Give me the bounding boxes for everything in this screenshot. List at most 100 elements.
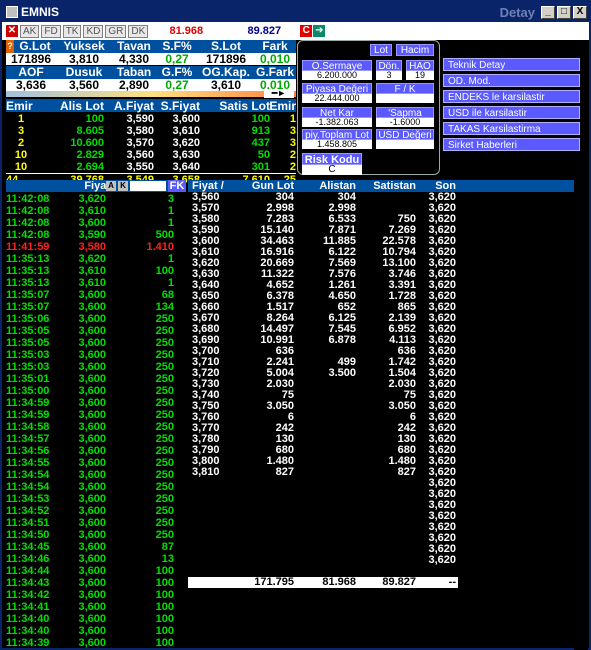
menu-sirket-haberleri[interactable]: Sirket Haberleri — [443, 138, 580, 151]
lot-button[interactable]: Lot — [370, 44, 392, 56]
trade-row[interactable]: 11:34:43 3,600 100 — [6, 577, 186, 589]
title-bar[interactable]: EMNIS Detay _ □ X — [2, 2, 589, 22]
trade-row[interactable]: 11:35:13 3,610 1 — [6, 277, 186, 289]
tab-dk[interactable]: DK — [128, 24, 149, 38]
dist-row[interactable]: 3,660 1.517 652 865 3,620 — [188, 302, 574, 313]
trade-row[interactable]: 11:35:03 3,600 250 — [6, 349, 186, 361]
trade-row[interactable]: 11:34:54 3,600 250 — [6, 469, 186, 481]
menu-teknik-detay[interactable]: Teknik Detay — [443, 58, 580, 71]
dist-row[interactable]: 3,590 15.140 7.871 7.269 3,620 — [188, 225, 574, 236]
trade-row[interactable]: 11:34:39 3,600 100 — [6, 637, 186, 648]
tab-kd[interactable]: KD — [83, 24, 104, 38]
trade-row[interactable]: 11:35:13 3,620 1 — [6, 253, 186, 265]
trade-row[interactable]: 11:34:46 3,600 13 — [6, 553, 186, 565]
dist-row[interactable]: 3,620 — [188, 522, 574, 533]
tab-gr[interactable]: GR — [105, 24, 127, 38]
dist-row[interactable]: 3,700 636 636 3,620 — [188, 346, 574, 357]
trade-row[interactable]: 11:34:53 3,600 250 — [6, 493, 186, 505]
trade-row[interactable]: 11:35:07 3,600 68 — [6, 289, 186, 301]
dist-row[interactable]: 3,810 827 827 3,620 — [188, 467, 574, 478]
close-icon[interactable]: ✕ — [6, 25, 18, 37]
trade-row[interactable]: 11:34:42 3,600 100 — [6, 589, 186, 601]
dist-row[interactable]: 3,570 2.998 2.998 3,620 — [188, 203, 574, 214]
sort-k-button[interactable]: K — [118, 181, 128, 191]
tab-fd[interactable]: FD — [41, 24, 61, 38]
scrollbar[interactable] — [574, 190, 588, 650]
dist-row[interactable]: 3,760 6 6 3,620 — [188, 412, 574, 423]
dist-row[interactable]: 3,670 8.264 6.125 2.139 3,620 — [188, 313, 574, 324]
menu-od-mod[interactable]: OD. Mod. — [443, 74, 580, 87]
dist-row[interactable]: 3,620 — [188, 555, 574, 566]
dist-row[interactable]: 3,650 6.378 4.650 1.728 3,620 — [188, 291, 574, 302]
dist-row[interactable]: 3,620 — [188, 544, 574, 555]
depth-row[interactable]: 1 100 3,590 3,600 100 1 — [6, 113, 296, 125]
dist-row[interactable]: 3,750 3.050 3.050 3,620 — [188, 401, 574, 412]
dist-row[interactable]: 3,640 4.652 1.261 3.391 3,620 — [188, 280, 574, 291]
trade-row[interactable]: 11:42:08 3,620 3 — [6, 193, 186, 205]
minimize-button[interactable]: _ — [541, 5, 555, 19]
dist-row[interactable]: 3,580 7.283 6.533 750 3,620 — [188, 214, 574, 225]
depth-row[interactable]: 10 2.694 3,550 3,640 301 2 — [6, 161, 296, 173]
fk-button[interactable]: FK — [168, 180, 186, 192]
trade-row[interactable]: 11:34:58 3,600 250 — [6, 421, 186, 433]
dist-row[interactable]: 3,620 — [188, 500, 574, 511]
trade-row[interactable]: 11:34:54 3,600 250 — [6, 481, 186, 493]
trade-row[interactable]: 11:34:44 3,600 100 — [6, 565, 186, 577]
trade-row[interactable]: 11:42:08 3,590 500 — [6, 229, 186, 241]
trade-row[interactable]: 11:34:40 3,600 100 — [6, 625, 186, 637]
trade-row[interactable]: 11:41:59 3,580 1.410 — [6, 241, 186, 253]
trade-row[interactable]: 11:35:05 3,600 250 — [6, 325, 186, 337]
dist-row[interactable]: 3,770 242 242 3,620 — [188, 423, 574, 434]
dist-row[interactable]: 3,620 — [188, 511, 574, 522]
dist-row[interactable]: 3,620 20.669 7.569 13.100 3,620 — [188, 258, 574, 269]
depth-row[interactable]: 10 2.829 3,560 3,630 50 2 — [6, 149, 296, 161]
trade-row[interactable]: 11:34:41 3,600 100 — [6, 601, 186, 613]
dist-row[interactable]: 3,560 304 304 3,620 — [188, 192, 574, 203]
trade-row[interactable]: 11:35:07 3,600 134 — [6, 301, 186, 313]
trade-row[interactable]: 11:34:50 3,600 250 — [6, 529, 186, 541]
menu-usd[interactable]: USD ile karsilastir — [443, 106, 580, 119]
trade-row[interactable]: 11:35:06 3,600 250 — [6, 313, 186, 325]
arrow-icon[interactable]: ➔ — [313, 25, 326, 37]
dist-row[interactable]: 3,780 130 130 3,620 — [188, 434, 574, 445]
trade-row[interactable]: 11:34:57 3,600 250 — [6, 433, 186, 445]
trade-row[interactable]: 11:35:13 3,610 100 — [6, 265, 186, 277]
depth-row[interactable]: 2 10.600 3,570 3,620 437 3 — [6, 137, 296, 149]
trade-row[interactable]: 11:34:55 3,600 250 — [6, 457, 186, 469]
close-button[interactable]: X — [573, 5, 587, 19]
trade-row[interactable]: 11:35:01 3,600 250 — [6, 373, 186, 385]
trade-row[interactable]: 11:34:52 3,600 250 — [6, 505, 186, 517]
dist-row[interactable]: 3,680 14.497 7.545 6.952 3,620 — [188, 324, 574, 335]
trade-row[interactable]: 11:35:00 3,600 250 — [6, 385, 186, 397]
trade-row[interactable]: 11:34:45 3,600 87 — [6, 541, 186, 553]
c-button[interactable]: C — [300, 25, 313, 37]
maximize-button[interactable]: □ — [557, 5, 571, 19]
filter-input[interactable] — [130, 181, 166, 191]
tab-ak[interactable]: AK — [20, 24, 40, 38]
dist-row[interactable]: 3,720 5.004 3.500 1.504 3,620 — [188, 368, 574, 379]
dist-row[interactable]: 3,620 — [188, 489, 574, 500]
dist-row[interactable]: 3,740 75 75 3,620 — [188, 390, 574, 401]
trade-row[interactable]: 11:35:03 3,600 250 — [6, 361, 186, 373]
dist-row[interactable]: 3,620 — [188, 478, 574, 489]
dist-row[interactable]: 3,610 16.916 6.122 10.794 3,620 — [188, 247, 574, 258]
dist-row[interactable]: 3,800 1.480 1.480 3,620 — [188, 456, 574, 467]
tab-tk[interactable]: TK — [62, 24, 82, 38]
depth-row[interactable]: 3 8.605 3,580 3,610 913 3 — [6, 125, 296, 137]
dist-row[interactable]: 3,710 2.241 499 1.742 3,620 — [188, 357, 574, 368]
sort-a-button[interactable]: A — [106, 181, 116, 191]
trade-row[interactable]: 11:42:08 3,610 1 — [6, 205, 186, 217]
trade-row[interactable]: 11:34:56 3,600 250 — [6, 445, 186, 457]
trade-row[interactable]: 11:34:40 3,600 100 — [6, 613, 186, 625]
trade-row[interactable]: 11:34:59 3,600 250 — [6, 397, 186, 409]
menu-endeks[interactable]: ENDEKS le karsilastir — [443, 90, 580, 103]
dist-row[interactable]: 3,620 — [188, 533, 574, 544]
dist-row[interactable]: 3,690 10.991 6.878 4.113 3,620 — [188, 335, 574, 346]
hacim-button[interactable]: Hacim — [396, 44, 434, 56]
trade-row[interactable]: 11:34:51 3,600 250 — [6, 517, 186, 529]
trade-row[interactable]: 11:42:08 3,600 1 — [6, 217, 186, 229]
dist-row[interactable]: 3,600 34.463 11.885 22.578 3,620 — [188, 236, 574, 247]
trade-row[interactable]: 11:34:59 3,600 250 — [6, 409, 186, 421]
dist-row[interactable]: 3,630 11.322 7.576 3.746 3,620 — [188, 269, 574, 280]
trade-row[interactable]: 11:35:05 3,600 250 — [6, 337, 186, 349]
